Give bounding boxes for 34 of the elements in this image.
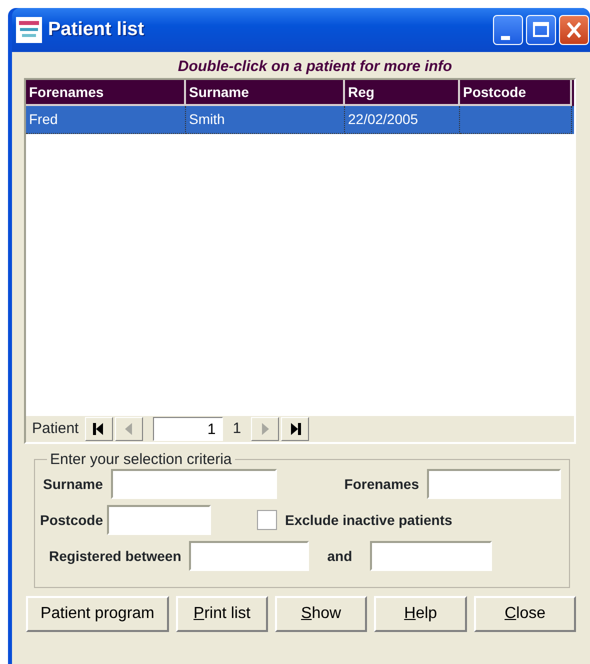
forenames-field[interactable] [427, 469, 561, 499]
date-to-field[interactable] [370, 541, 492, 571]
table-row[interactable]: Fred Smith 22/02/2005 [26, 106, 574, 134]
surname-field[interactable] [110, 469, 277, 499]
window-title: Patient list [48, 18, 144, 42]
table-cell: Smith [189, 111, 225, 127]
minimize-button[interactable] [493, 15, 523, 45]
maximize-button[interactable] [526, 15, 556, 45]
table-cell: 22/02/2005 [348, 111, 418, 127]
dialog-button[interactable]: Help [374, 596, 468, 632]
hint-text: Double-click on a patient for more info [176, 57, 454, 77]
postcode-field[interactable] [107, 505, 212, 535]
field-label: Registered between [49, 546, 182, 566]
app-icon [16, 17, 42, 43]
minimize-icon [501, 36, 510, 40]
group-legend: Enter your selection criteria [47, 452, 235, 467]
record-field[interactable]: 1 [152, 417, 223, 441]
dialog-button[interactable]: Show [275, 596, 368, 632]
dialog-button[interactable]: Close [474, 596, 576, 632]
field-label: Forenames [344, 474, 419, 494]
dialog-button[interactable]: Print list [176, 596, 268, 632]
checkbox[interactable] [257, 510, 278, 530]
checkbox-label: Exclude inactive patients [285, 510, 452, 530]
nav-first-button[interactable] [84, 417, 113, 441]
record-count: 1 [232, 418, 242, 439]
navigator-label: Patient [32, 418, 79, 439]
dialog-button[interactable]: Patient program [26, 596, 169, 632]
field-label: Postcode [40, 510, 104, 530]
field-label: and [327, 546, 352, 566]
date-from-field[interactable] [189, 541, 310, 571]
field-label: Surname [43, 474, 103, 494]
nav-last-button[interactable] [281, 417, 310, 441]
close-button[interactable] [559, 15, 589, 45]
table-cell: Fred [29, 111, 58, 127]
